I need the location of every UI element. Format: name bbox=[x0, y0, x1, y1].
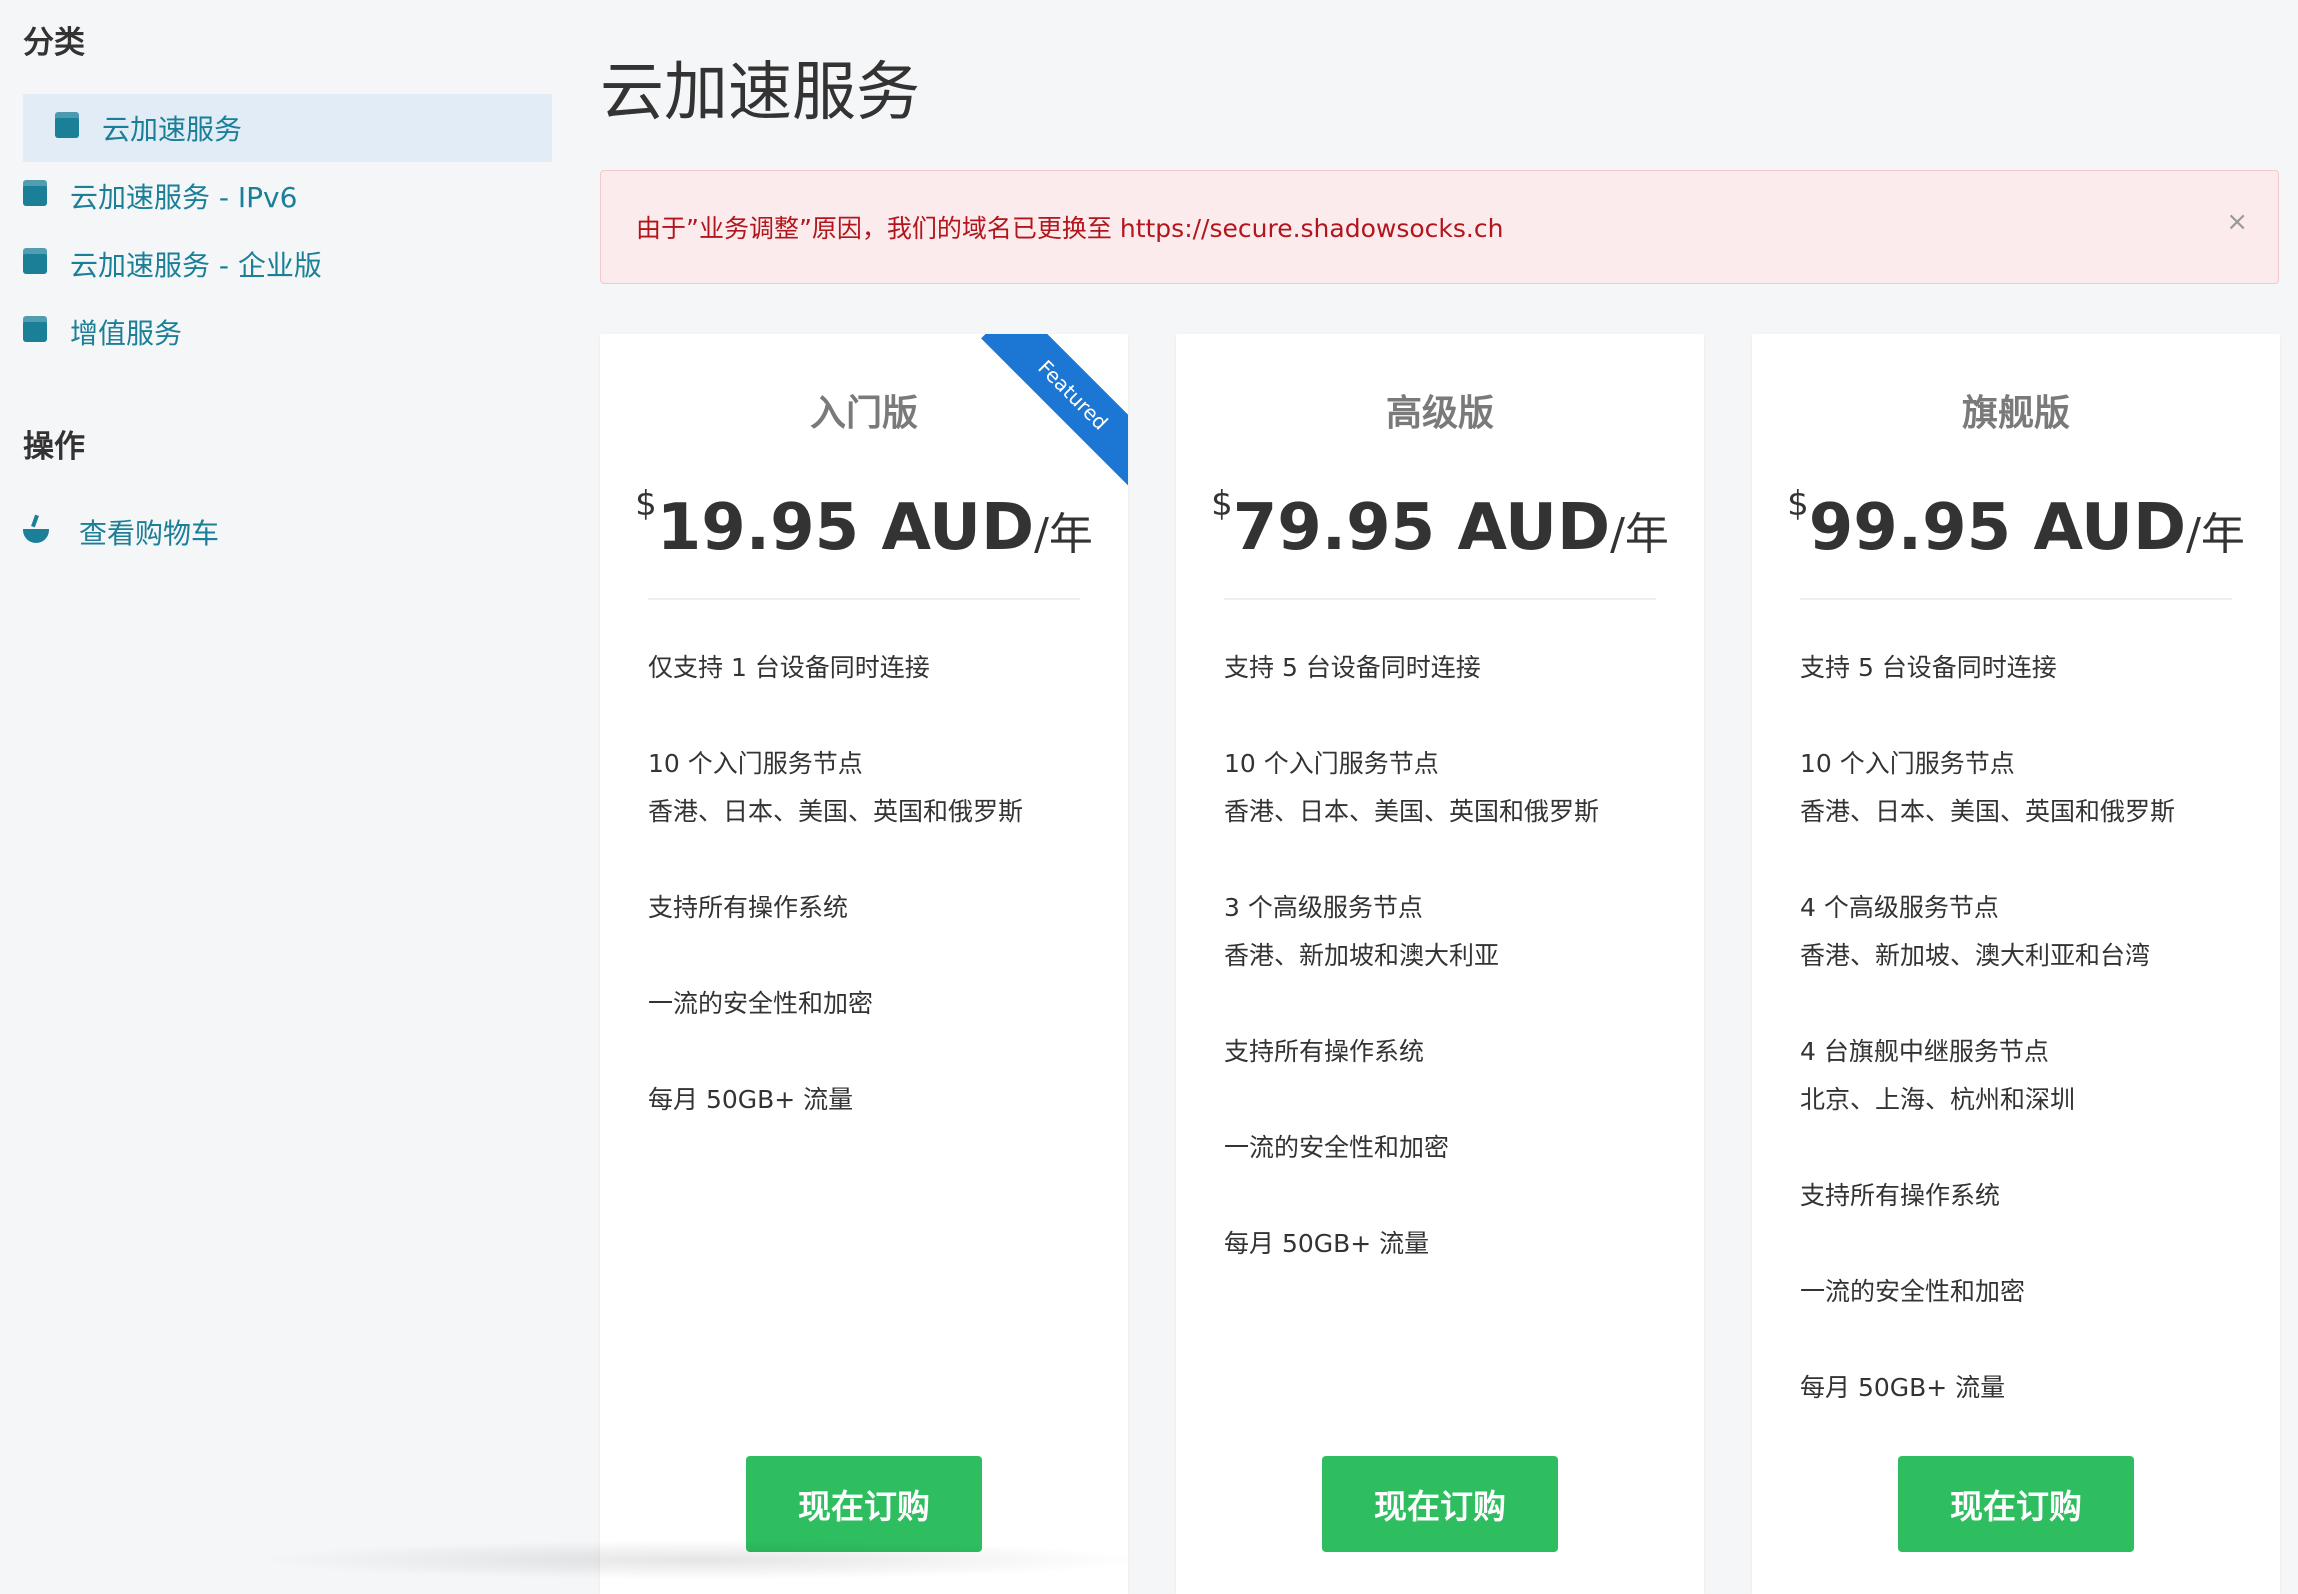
decorative-shadow bbox=[250, 1540, 1150, 1580]
plan-name: 旗舰版 bbox=[1961, 393, 2070, 434]
currency-symbol: $ bbox=[1211, 484, 1233, 524]
sidebar-item-value-added[interactable]: 增值服务 bbox=[23, 298, 552, 366]
order-now-button[interactable]: 现在订购 bbox=[746, 1456, 982, 1552]
order-now-button[interactable]: 现在订购 bbox=[1898, 1456, 2134, 1552]
domain-change-alert: 由于”业务调整”原因，我们的域名已更换至 https://secure.shad… bbox=[600, 170, 2279, 284]
feature-item: 一流的安全性和加密 bbox=[648, 989, 874, 1018]
alert-message: 由于”业务调整”原因，我们的域名已更换至 https://secure.shad… bbox=[636, 214, 1504, 243]
view-cart-link[interactable]: 查看购物车 bbox=[23, 498, 552, 566]
feature-list: 支持 5 台设备同时连接 10 个入门服务节点 香港、日本、美国、英国和俄罗斯 … bbox=[1224, 644, 1664, 1316]
feature-item: 10 个入门服务节点 香港、日本、美国、英国和俄罗斯 bbox=[1224, 749, 1600, 826]
actions-heading: 操作 bbox=[23, 429, 85, 465]
plan-price: $79.95 AUD/年 bbox=[1176, 484, 1704, 565]
currency-symbol: $ bbox=[635, 484, 657, 524]
folder-icon bbox=[55, 112, 79, 138]
currency-symbol: $ bbox=[1787, 484, 1809, 524]
sidebar-item-label: 查看购物车 bbox=[79, 517, 220, 550]
folder-icon bbox=[23, 180, 47, 206]
feature-item: 3 个高级服务节点 香港、新加坡和澳大利亚 bbox=[1224, 893, 1500, 970]
sidebar-item-label: 云加速服务 - 企业版 bbox=[70, 249, 322, 282]
feature-item: 10 个入门服务节点 香港、日本、美国、英国和俄罗斯 bbox=[1800, 749, 2176, 826]
feature-item: 每月 50GB+ 流量 bbox=[648, 1085, 854, 1114]
plan-price: $99.95 AUD/年 bbox=[1752, 484, 2280, 565]
page-title: 云加速服务 bbox=[600, 55, 920, 130]
price-unit: /年 bbox=[2186, 509, 2245, 560]
sidebar-item-cloud-acceleration-ipv6[interactable]: 云加速服务 - IPv6 bbox=[23, 162, 552, 230]
basket-icon bbox=[23, 529, 49, 543]
feature-item: 10 个入门服务节点 香港、日本、美国、英国和俄罗斯 bbox=[648, 749, 1024, 826]
sidebar-item-label: 增值服务 bbox=[70, 317, 183, 350]
feature-item: 支持 5 台设备同时连接 bbox=[1224, 653, 1481, 682]
feature-item: 支持所有操作系统 bbox=[1224, 1037, 1425, 1066]
folder-icon bbox=[23, 248, 47, 274]
divider bbox=[1800, 598, 2232, 600]
plan-name: 入门版 bbox=[809, 393, 918, 434]
feature-item: 4 台旗舰中继服务节点 北京、上海、杭州和深圳 bbox=[1800, 1037, 2076, 1114]
feature-item: 一流的安全性和加密 bbox=[1224, 1133, 1450, 1162]
price-unit: /年 bbox=[1034, 509, 1093, 560]
feature-item: 每月 50GB+ 流量 bbox=[1224, 1229, 1430, 1258]
pricing-card-flagship: 旗舰版 $99.95 AUD/年 支持 5 台设备同时连接 10 个入门服务节点… bbox=[1752, 334, 2280, 1594]
price-amount: 99.95 AUD bbox=[1808, 491, 2187, 565]
feature-item: 4 个高级服务节点 香港、新加坡、澳大利亚和台湾 bbox=[1800, 893, 2151, 970]
plan-price: $19.95 AUD/年 bbox=[600, 484, 1128, 565]
folder-icon bbox=[23, 316, 47, 342]
order-now-button[interactable]: 现在订购 bbox=[1322, 1456, 1558, 1552]
divider bbox=[1224, 598, 1656, 600]
plan-name: 高级版 bbox=[1385, 393, 1494, 434]
divider bbox=[648, 598, 1080, 600]
feature-list: 仅支持 1 台设备同时连接 10 个入门服务节点 香港、日本、美国、英国和俄罗斯… bbox=[648, 644, 1088, 1172]
close-icon[interactable]: × bbox=[2226, 209, 2248, 235]
price-amount: 79.95 AUD bbox=[1232, 491, 1611, 565]
pricing-card-advanced: 高级版 $79.95 AUD/年 支持 5 台设备同时连接 10 个入门服务节点… bbox=[1176, 334, 1704, 1594]
feature-item: 仅支持 1 台设备同时连接 bbox=[648, 653, 930, 682]
sidebar-item-cloud-acceleration-enterprise[interactable]: 云加速服务 - 企业版 bbox=[23, 230, 552, 298]
categories-heading: 分类 bbox=[23, 25, 85, 61]
pricing-card-starter: Featured 入门版 $19.95 AUD/年 仅支持 1 台设备同时连接 … bbox=[600, 334, 1128, 1594]
sidebar-item-cloud-acceleration[interactable]: 云加速服务 bbox=[23, 94, 552, 162]
feature-item: 每月 50GB+ 流量 bbox=[1800, 1373, 2006, 1402]
price-unit: /年 bbox=[1610, 509, 1669, 560]
sidebar-item-label: 云加速服务 - IPv6 bbox=[70, 181, 298, 214]
price-amount: 19.95 AUD bbox=[656, 491, 1035, 565]
feature-list: 支持 5 台设备同时连接 10 个入门服务节点 香港、日本、美国、英国和俄罗斯 … bbox=[1800, 644, 2240, 1460]
feature-item: 支持 5 台设备同时连接 bbox=[1800, 653, 2057, 682]
feature-item: 一流的安全性和加密 bbox=[1800, 1277, 2026, 1306]
sidebar-item-label: 云加速服务 bbox=[102, 113, 243, 146]
feature-item: 支持所有操作系统 bbox=[1800, 1181, 2001, 1210]
feature-item: 支持所有操作系统 bbox=[648, 893, 849, 922]
